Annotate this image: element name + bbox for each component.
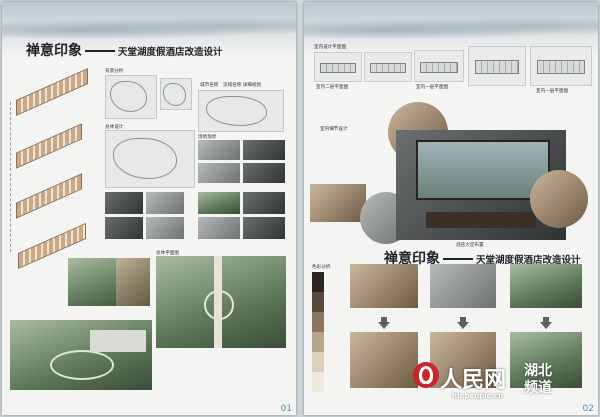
interior-plan-5 — [530, 46, 592, 86]
survey-photo-2 — [243, 140, 285, 160]
reference-photo-3 — [105, 217, 143, 239]
plan-caption-1: 室内二层平面图 — [316, 85, 349, 90]
lobby-furniture — [426, 212, 536, 228]
circular-lawn — [50, 350, 114, 380]
axonometric-floor-2 — [16, 123, 82, 169]
axonometric-floor-1 — [16, 173, 82, 219]
watermark-brand: 人民网 — [440, 367, 507, 393]
section-site-analysis: 背景分析 — [105, 69, 124, 74]
guest-room-before — [350, 264, 418, 308]
arrow-down-icon — [378, 317, 390, 329]
lobby-text-block-2 — [540, 230, 592, 250]
access-road — [214, 256, 222, 348]
master-plan — [156, 256, 286, 348]
interior-plan-1 — [314, 52, 362, 82]
arrow-down-icon — [457, 317, 469, 329]
survey-photo-1 — [198, 140, 240, 160]
people-daily-logo-icon — [413, 362, 439, 388]
page-number-2: 02 — [582, 404, 594, 414]
plan-caption-2: 室内一层平面图 — [416, 85, 449, 90]
survey-photo-4 — [243, 163, 285, 183]
pavilion-render — [116, 258, 150, 306]
arrow-down-icon — [540, 317, 552, 329]
poster-board-2: 室内设计平面图 室内二层平面图 室内一层平面图 室内一层平面图 室内细节设计 酒… — [304, 2, 598, 415]
reference-photo-6 — [243, 192, 285, 214]
site-context-map — [105, 130, 195, 188]
watermark-region-bottom: 频道 — [524, 380, 552, 396]
guest-room-after — [350, 332, 418, 388]
title-dash — [443, 257, 473, 260]
interior-detail-photo — [310, 184, 366, 222]
plan-caption-3: 室内一层平面图 — [536, 89, 569, 94]
balcony-before — [510, 264, 582, 308]
board-title: 禅意印象 天堂湖度假酒店改造设计 — [26, 40, 223, 60]
reference-photo-7 — [198, 217, 240, 239]
reference-photo-4 — [146, 217, 184, 239]
color-swatch — [312, 272, 324, 292]
design-text-block-1 — [10, 260, 64, 308]
page-number-1: 01 — [280, 404, 292, 414]
color-swatch — [312, 292, 324, 312]
province-location-map — [160, 78, 192, 110]
reference-photo-8 — [243, 217, 285, 239]
color-swatch — [312, 352, 324, 372]
color-swatch-strip — [312, 272, 324, 392]
interior-text-block — [320, 132, 364, 188]
china-location-map — [105, 75, 157, 119]
bathroom-before — [430, 264, 496, 308]
interior-plan-4 — [468, 46, 526, 86]
reference-photo-2 — [146, 192, 184, 214]
watermark-url: hb.people.cn — [452, 392, 504, 400]
aerial-render — [10, 320, 152, 390]
title-dash — [85, 49, 115, 52]
color-swatch — [312, 372, 324, 392]
reference-photo-1 — [105, 192, 143, 214]
axonometric-roof — [16, 67, 88, 117]
interior-detail-circle-3 — [530, 170, 588, 228]
lobby-text-block-1 — [540, 114, 592, 154]
regional-map — [198, 90, 284, 132]
board-title-main: 禅意印象 — [26, 43, 82, 59]
survey-photo-3 — [198, 163, 240, 183]
section-color-analysis: 色彩分析 — [312, 265, 331, 270]
section-interior-plan: 室内设计平面图 — [314, 45, 347, 50]
color-swatch — [312, 332, 324, 352]
location-note: 城市名称 流域名称 详细规划 — [200, 83, 262, 88]
hotel-building — [90, 330, 146, 352]
board-title-sub: 天堂湖度假酒店改造设计 — [118, 47, 223, 58]
color-swatch — [312, 312, 324, 332]
poster-board-1: 禅意印象 天堂湖度假酒店改造设计 背景分析 城市名称 流域名称 详细规划 总体设计… — [2, 2, 296, 415]
reference-photo-5 — [198, 192, 240, 214]
interior-plan-2 — [364, 52, 412, 82]
design-text-block-2 — [156, 352, 286, 392]
axonometric-guide-line — [10, 102, 21, 252]
interior-plan-3 — [414, 50, 464, 82]
